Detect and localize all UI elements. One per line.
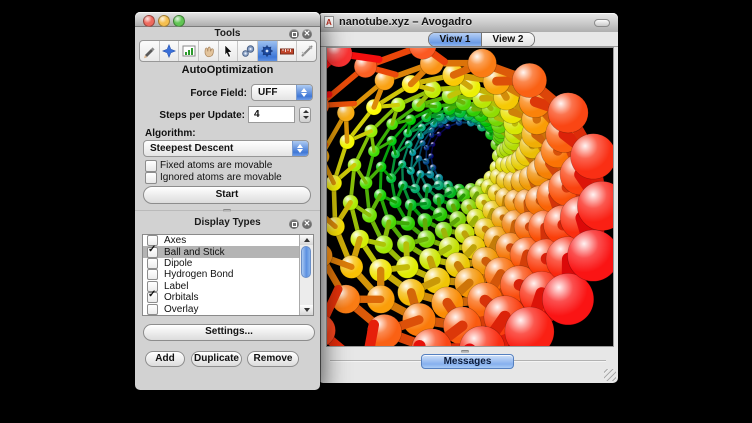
window-title: nanotube.xyz – Avogadro <box>339 13 472 32</box>
avogadro-document-window: A nanotube.xyz – Avogadro View 1 View 2 <box>318 13 618 383</box>
gear-icon <box>259 43 275 59</box>
desktop: A nanotube.xyz – Avogadro View 1 View 2 <box>0 0 752 423</box>
scrollbar-thumb[interactable] <box>301 246 311 278</box>
fixed-atoms-checkbox[interactable] <box>145 160 157 172</box>
fixed-atoms-label: Fixed atoms are movable <box>160 160 272 171</box>
remove-button[interactable]: Remove <box>247 351 299 367</box>
main-titlebar[interactable]: A nanotube.xyz – Avogadro <box>318 13 618 33</box>
add-button[interactable]: Add <box>145 351 185 367</box>
force-field-popup[interactable]: UFF <box>251 84 313 101</box>
display-types-list[interactable]: Axes Ball and Stick Dipole Hydrogen Bond… <box>142 234 314 316</box>
popup-arrows-icon <box>296 85 312 100</box>
splitter-handle[interactable] <box>461 350 469 353</box>
popup-arrows-icon <box>292 141 308 156</box>
list-item-label[interactable]: Label <box>143 281 313 292</box>
checkbox-icon[interactable] <box>147 258 158 269</box>
tool-toolbar <box>139 40 317 62</box>
tab-view-2[interactable]: View 2 <box>482 33 534 46</box>
view-tabs: View 1 View 2 <box>428 32 535 47</box>
list-item-axes[interactable]: Axes <box>143 235 313 246</box>
avogadro-tool-window: Tools ✕ <box>135 12 320 390</box>
toolbar-lozenge-button[interactable] <box>594 19 610 27</box>
force-field-label: Force Field: <box>135 88 247 99</box>
undock-panel-icon[interactable] <box>289 219 299 229</box>
display-types-header: Display Types ✕ <box>135 215 320 231</box>
close-panel-icon[interactable]: ✕ <box>302 29 312 39</box>
view-tabbar: View 1 View 2 <box>318 32 618 47</box>
ignored-atoms-label: Ignored atoms are movable <box>160 172 282 183</box>
checkbox-icon[interactable] <box>147 269 158 280</box>
document-proxy-icon[interactable]: A <box>324 16 334 28</box>
close-panel-icon[interactable]: ✕ <box>302 219 312 229</box>
algorithm-label: Algorithm: <box>145 128 196 139</box>
steps-field[interactable]: 4 <box>248 106 295 123</box>
step-up-icon <box>303 110 309 113</box>
draw-tool-button[interactable] <box>140 41 160 61</box>
undock-panel-icon[interactable] <box>289 29 299 39</box>
list-item-overlay[interactable]: Overlay <box>143 303 313 314</box>
bond-centric-tool-button[interactable] <box>179 41 199 61</box>
messages-button[interactable]: Messages <box>421 354 514 369</box>
algorithm-popup[interactable]: Steepest Descent <box>143 140 309 157</box>
checkbox-icon[interactable] <box>147 304 158 315</box>
steps-label: Steps per Update: <box>135 110 245 121</box>
bond-chart-icon <box>181 43 197 59</box>
align-tool-button[interactable] <box>297 41 316 61</box>
list-item-ball-and-stick[interactable]: Ball and Stick <box>143 246 313 257</box>
list-item-hydrogen-bond[interactable]: Hydrogen Bond <box>143 269 313 280</box>
manipulate-tool-button[interactable] <box>199 41 219 61</box>
scroll-up-button[interactable] <box>300 235 313 245</box>
auto-optimize-tool-button[interactable] <box>258 41 278 61</box>
step-down-icon <box>303 116 309 119</box>
hand-icon <box>200 43 216 59</box>
navigate-tool-button[interactable] <box>160 41 180 61</box>
selection-tool-button[interactable] <box>219 41 239 61</box>
align-wand-icon <box>299 43 315 59</box>
ruler-icon <box>279 43 295 59</box>
checkbox-icon[interactable] <box>147 247 158 258</box>
list-item-dipole[interactable]: Dipole <box>143 258 313 269</box>
compass-star-icon <box>161 43 177 59</box>
start-button[interactable]: Start <box>143 186 311 204</box>
resize-grip[interactable] <box>604 369 616 381</box>
gears-icon <box>240 43 256 59</box>
autooptimization-title: AutoOptimization <box>135 64 320 76</box>
tab-view-1[interactable]: View 1 <box>429 33 482 46</box>
gl-viewport-nanotube-render[interactable] <box>326 47 614 347</box>
scroll-down-button[interactable] <box>300 305 313 315</box>
measure-tool-button[interactable] <box>278 41 298 61</box>
list-item-orbitals[interactable]: Orbitals <box>143 292 313 303</box>
pencil-icon <box>141 43 157 59</box>
duplicate-button[interactable]: Duplicate <box>191 351 242 367</box>
ignored-atoms-checkbox[interactable] <box>145 172 157 184</box>
list-scrollbar[interactable] <box>299 235 313 315</box>
checkbox-icon[interactable] <box>147 292 158 303</box>
settings-button[interactable]: Settings... <box>143 324 315 341</box>
steps-stepper[interactable] <box>299 107 311 123</box>
cursor-arrow-icon <box>220 43 236 59</box>
left-titlebar[interactable] <box>135 12 320 27</box>
auto-rotate-tool-button[interactable] <box>238 41 258 61</box>
panel-splitter-handle[interactable] <box>223 209 231 212</box>
nanotube-3d-scene <box>327 48 613 346</box>
